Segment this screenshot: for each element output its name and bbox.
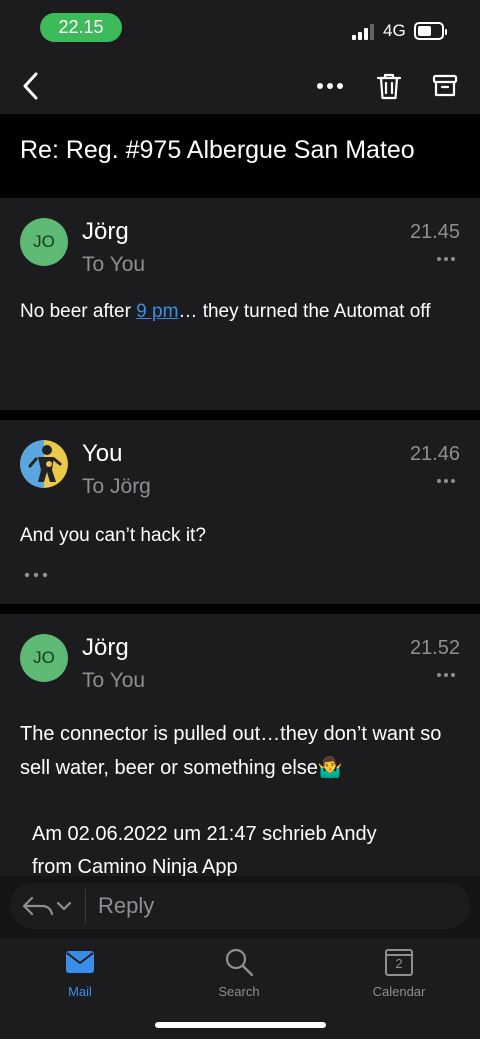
- archive-button[interactable]: [425, 66, 465, 106]
- avatar: JO: [20, 634, 68, 682]
- avatar: JO: [20, 218, 68, 266]
- archive-icon: [432, 74, 458, 97]
- more-horizontal-icon[interactable]: [436, 672, 456, 678]
- recipient-line: To You: [82, 253, 146, 276]
- chevron-left-icon: [23, 72, 38, 100]
- message-body: And you can’t hack it?: [20, 525, 206, 546]
- message-body: The connector is pulled out…they don’t w…: [20, 723, 442, 779]
- tab-calendar[interactable]: 2 Calendar: [349, 946, 449, 1002]
- status-time[interactable]: 22.15: [40, 13, 122, 42]
- trash-icon: [376, 73, 402, 100]
- recipient-line: To Jörg: [82, 475, 151, 498]
- reply-input[interactable]: Reply: [98, 893, 154, 919]
- sender-name: Jörg: [82, 218, 129, 245]
- tab-label: Search: [218, 984, 260, 999]
- body-text: No beer after: [20, 301, 137, 322]
- reply-bar[interactable]: Reply: [10, 883, 470, 929]
- email-subject: Re: Reg. #975 Albergue San Mateo: [20, 136, 415, 164]
- avatar: [20, 440, 68, 488]
- message-time: 21.52: [409, 637, 460, 659]
- delete-button[interactable]: [369, 66, 409, 106]
- reply-icon[interactable]: [22, 894, 74, 918]
- sender-name: You: [82, 440, 123, 467]
- message-body: No beer after 9 pm… they turned the Auto…: [20, 297, 450, 326]
- recipient-line: To You: [82, 669, 146, 692]
- cellular-signal-icon: [352, 24, 376, 40]
- message-card[interactable]: You To Jörg 21.46 And you can’t hack it?: [0, 420, 480, 604]
- message-time: 21.46: [409, 443, 460, 465]
- show-quoted-icon[interactable]: [24, 572, 48, 578]
- subject-header: Re: Reg. #975 Albergue San Mateo: [0, 114, 480, 196]
- back-button[interactable]: [10, 66, 50, 106]
- time-link[interactable]: 9 pm: [136, 301, 178, 322]
- nav-bar: [0, 56, 480, 114]
- more-horizontal-icon: [317, 83, 343, 89]
- tab-label: Mail: [68, 984, 92, 999]
- tab-bar: Mail Search 2 Calendar: [0, 938, 480, 1039]
- status-bar: 22.15 4G: [0, 0, 480, 56]
- message-time: 21.45: [409, 221, 460, 243]
- message-card[interactable]: JO Jörg To You 21.52 The connector is pu…: [0, 614, 480, 878]
- quote-line: Am 02.06.2022 um 21:47 schrieb Andy: [32, 823, 377, 845]
- battery-icon: [414, 22, 447, 40]
- divider: [85, 889, 86, 923]
- message-card[interactable]: JO Jörg To You 21.45 No beer after 9 pm……: [0, 198, 480, 410]
- home-indicator[interactable]: [155, 1022, 326, 1028]
- mail-icon: [66, 951, 94, 973]
- tab-label: Calendar: [372, 984, 426, 999]
- more-options-button[interactable]: [310, 66, 350, 106]
- search-icon: [225, 948, 254, 977]
- more-horizontal-icon[interactable]: [436, 256, 456, 262]
- tab-search[interactable]: Search: [189, 946, 289, 1002]
- network-type: 4G: [383, 21, 406, 40]
- calendar-date-badge: 2: [395, 956, 403, 971]
- more-horizontal-icon[interactable]: [436, 478, 456, 484]
- sender-name: Jörg: [82, 634, 129, 661]
- body-text: … they turned the Automat off: [178, 301, 431, 322]
- quoted-text: Am 02.06.2022 um 21:47 schrieb Andy from…: [32, 818, 377, 884]
- tab-mail[interactable]: Mail: [30, 946, 130, 1002]
